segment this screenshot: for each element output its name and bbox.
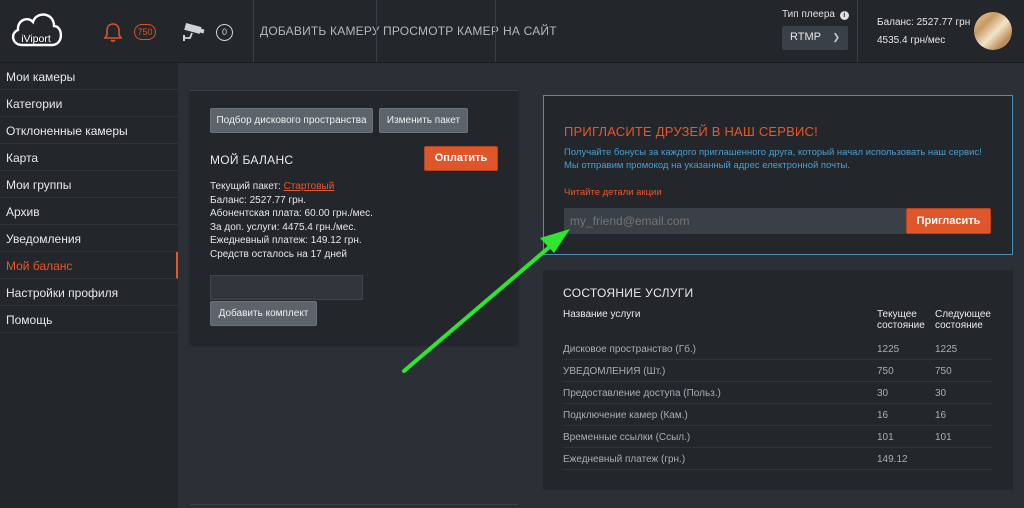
service-status-title: СОСТОЯНИЕ УСЛУГИ bbox=[563, 286, 694, 300]
notifications-count-badge[interactable]: 750 bbox=[134, 24, 156, 40]
balance-title: МОЙ БАЛАНС bbox=[210, 153, 294, 167]
header-divider bbox=[495, 0, 496, 62]
sidebar-item-help[interactable]: Помощь bbox=[0, 306, 178, 333]
column-header-text: Текущее bbox=[877, 309, 917, 320]
next-value-cell: 750 bbox=[935, 366, 952, 377]
table-row: Предоставление доступа (Польз.) 30 30 bbox=[563, 382, 993, 404]
sidebar-item-my-balance[interactable]: Мой баланс bbox=[0, 252, 178, 279]
header-balance: Баланс: 2527.77 грн bbox=[877, 17, 971, 28]
bell-icon[interactable] bbox=[102, 21, 124, 43]
package-link[interactable]: Стартовый bbox=[284, 181, 335, 192]
package-label: Текущий пакет: bbox=[210, 181, 281, 192]
table-row: Дисковое пространство (Гб.) 1225 1225 bbox=[563, 338, 993, 360]
column-header-current: Текущее состояние bbox=[877, 309, 925, 331]
extra-services-line: За доп. услуги: 4475.4 грн./мес. bbox=[210, 221, 357, 233]
invite-description: Получайте бонусы за каждого приглашенног… bbox=[564, 146, 982, 172]
sidebar-item-map[interactable]: Карта bbox=[0, 144, 178, 171]
top-header: iViport 750 0 ДОБАВИТЬ КАМЕРУ ПРОСМОТР К… bbox=[0, 0, 1024, 63]
table-row: УВЕДОМЛЕНИЯ (Шт.) 750 750 bbox=[563, 360, 993, 382]
promo-details-link[interactable]: Читайте детали акции bbox=[564, 187, 662, 198]
service-name-cell: Подключение камер (Кам.) bbox=[563, 410, 688, 421]
next-value-cell: 16 bbox=[935, 410, 947, 421]
add-kit-button[interactable]: Добавить комплект bbox=[210, 301, 317, 326]
invite-button[interactable]: Пригласить bbox=[906, 208, 991, 234]
days-remaining-line: Средств осталось на 17 дней bbox=[210, 248, 347, 260]
sidebar-item-rejected-cameras[interactable]: Отклоненные камеры bbox=[0, 117, 178, 144]
balance-panel: Подбор дискового пространства Изменить п… bbox=[190, 90, 518, 344]
player-type-value: RTMP bbox=[790, 31, 821, 43]
next-value-cell: 101 bbox=[935, 432, 952, 443]
current-package-line: Текущий пакет: Стартовый bbox=[210, 180, 373, 194]
invite-title: ПРИГЛАСИТЕ ДРУЗЕЙ В НАШ СЕРВИС! bbox=[564, 124, 818, 139]
disk-space-button[interactable]: Подбор дискового пространства bbox=[210, 108, 373, 133]
column-header-text: Следующее bbox=[935, 309, 991, 320]
sidebar-item-notifications[interactable]: Уведомления bbox=[0, 225, 178, 252]
kit-code-input[interactable] bbox=[210, 275, 363, 300]
change-package-button[interactable]: Изменить пакет bbox=[379, 108, 468, 133]
player-type-text: Тип плеера bbox=[782, 9, 835, 20]
invite-text-line: Получайте бонусы за каждого приглашенног… bbox=[564, 147, 982, 158]
balance-details: Текущий пакет: Стартовый Баланс: 2527.77… bbox=[210, 180, 373, 261]
player-type-select[interactable]: RTMP ❯ bbox=[782, 26, 848, 50]
security-camera-icon[interactable] bbox=[182, 22, 208, 42]
header-divider bbox=[253, 0, 254, 62]
current-value-cell: 101 bbox=[877, 432, 894, 443]
pay-button[interactable]: Оплатить bbox=[424, 146, 498, 171]
column-header-service: Название услуги bbox=[563, 309, 641, 320]
info-icon[interactable]: i bbox=[839, 11, 849, 20]
header-divider bbox=[857, 0, 858, 62]
sidebar-item-my-cameras[interactable]: Мои камеры bbox=[0, 63, 178, 90]
nav-to-site[interactable]: НА САЙТ bbox=[503, 24, 557, 38]
sidebar-item-categories[interactable]: Категории bbox=[0, 90, 178, 117]
double-chevron-down-icon: ❯ bbox=[832, 32, 840, 42]
subscription-fee-line: Абонентская плата: 60.00 грн./мес. bbox=[210, 208, 373, 219]
sidebar: Мои камеры Категории Отклоненные камеры … bbox=[0, 63, 178, 508]
table-row: Подключение камер (Кам.) 16 16 bbox=[563, 404, 993, 426]
current-value-cell: 149.12 bbox=[877, 454, 908, 465]
svg-text:iViport: iViport bbox=[21, 33, 51, 45]
friend-email-input[interactable] bbox=[564, 208, 906, 234]
header-monthly-rate: 4535.4 грн/мес bbox=[877, 35, 946, 46]
player-type-label: Тип плеера i bbox=[782, 9, 849, 20]
invite-text-line: Мы отправим промокод на указанный адрес … bbox=[564, 160, 850, 171]
service-name-cell: Дисковое пространство (Гб.) bbox=[563, 344, 696, 355]
table-row: Ежедневный платеж (грн.) 149.12 bbox=[563, 448, 993, 470]
header-divider bbox=[376, 0, 377, 62]
user-avatar[interactable] bbox=[974, 12, 1012, 50]
sidebar-item-my-groups[interactable]: Мои группы bbox=[0, 171, 178, 198]
cameras-count-badge[interactable]: 0 bbox=[216, 24, 233, 41]
column-header-text: состояние bbox=[877, 320, 925, 331]
daily-payment-line: Ежедневный платеж: 149.12 грн. bbox=[210, 235, 362, 246]
service-name-cell: Ежедневный платеж (грн.) bbox=[563, 454, 686, 465]
service-name-cell: Временные ссылки (Ссыл.) bbox=[563, 432, 691, 443]
service-status-table: Название услуги Текущее состояние Следую… bbox=[563, 308, 993, 470]
nav-view-cameras[interactable]: ПРОСМОТР КАМЕР bbox=[383, 24, 499, 38]
next-value-cell: 1225 bbox=[935, 344, 958, 355]
table-row: Временные ссылки (Ссыл.) 101 101 bbox=[563, 426, 993, 448]
iviport-logo-icon[interactable]: iViport bbox=[8, 5, 64, 57]
nav-add-camera[interactable]: ДОБАВИТЬ КАМЕРУ bbox=[260, 24, 380, 38]
current-value-cell: 16 bbox=[877, 410, 889, 421]
column-header-next: Следующее состояние bbox=[935, 309, 991, 331]
table-header: Название услуги Текущее состояние Следую… bbox=[563, 308, 993, 338]
current-value-cell: 30 bbox=[877, 388, 889, 399]
balance-line: Баланс: 2527.77 грн. bbox=[210, 194, 307, 206]
current-value-cell: 750 bbox=[877, 366, 894, 377]
invite-panel: ПРИГЛАСИТЕ ДРУЗЕЙ В НАШ СЕРВИС! Получайт… bbox=[543, 95, 1013, 255]
service-name-cell: Предоставление доступа (Польз.) bbox=[563, 388, 721, 399]
column-header-text: состояние bbox=[935, 320, 983, 331]
sidebar-item-archive[interactable]: Архив bbox=[0, 198, 178, 225]
next-value-cell: 30 bbox=[935, 388, 947, 399]
service-name-cell: УВЕДОМЛЕНИЯ (Шт.) bbox=[563, 366, 666, 377]
sidebar-item-profile-settings[interactable]: Настройки профиля bbox=[0, 279, 178, 306]
service-status-panel: СОСТОЯНИЕ УСЛУГИ Название услуги Текущее… bbox=[543, 270, 1013, 490]
current-value-cell: 1225 bbox=[877, 344, 900, 355]
divider-line bbox=[190, 504, 518, 505]
